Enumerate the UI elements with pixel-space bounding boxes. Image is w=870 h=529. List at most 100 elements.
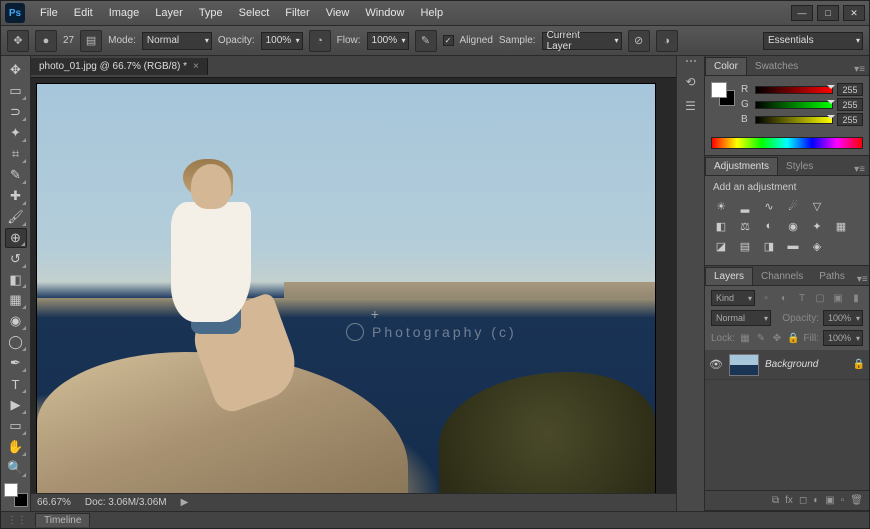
move-tool[interactable]: ✥ bbox=[5, 60, 27, 80]
paths-tab[interactable]: Paths bbox=[811, 268, 853, 285]
channel-mixer-icon[interactable]: ✦ bbox=[809, 219, 825, 233]
selective-color-icon[interactable]: ◈ bbox=[809, 239, 825, 253]
close-tab-icon[interactable]: × bbox=[193, 61, 199, 72]
history-brush-tool[interactable]: ↺ bbox=[5, 249, 27, 269]
status-menu-icon[interactable]: ▶ bbox=[181, 497, 189, 508]
menu-view[interactable]: View bbox=[319, 4, 357, 22]
delete-layer-icon[interactable]: 🗑 bbox=[850, 495, 863, 506]
workspace-select[interactable]: Essentials bbox=[763, 32, 863, 50]
filter-pixel-icon[interactable]: ▫ bbox=[759, 291, 773, 305]
gradient-tool[interactable]: ▦ bbox=[5, 290, 27, 310]
gradient-map-icon[interactable]: ▬ bbox=[785, 239, 801, 253]
document-tab[interactable]: photo_01.jpg @ 66.7% (RGB/8) * × bbox=[31, 58, 208, 75]
exposure-icon[interactable]: ☄ bbox=[785, 199, 801, 213]
new-group-icon[interactable]: ▣ bbox=[825, 495, 834, 506]
blur-tool[interactable]: ◉ bbox=[5, 311, 27, 331]
doc-size[interactable]: Doc: 3.06M/3.06M bbox=[85, 497, 167, 508]
swatches-tab[interactable]: Swatches bbox=[747, 58, 806, 75]
menu-image[interactable]: Image bbox=[102, 4, 147, 22]
tool-preset-icon[interactable]: ✥ bbox=[7, 30, 29, 52]
brush-preset-icon[interactable]: ● bbox=[35, 30, 57, 52]
adjustments-panel-menu-icon[interactable]: ▾≡ bbox=[850, 164, 869, 175]
flow-select[interactable]: 100% bbox=[367, 32, 409, 50]
aligned-checkbox[interactable]: ✓ bbox=[443, 35, 454, 46]
dock-grip[interactable] bbox=[682, 60, 700, 66]
canvas-viewport[interactable]: + Photography (c) bbox=[31, 78, 676, 493]
hand-tool[interactable]: ✋ bbox=[5, 437, 27, 457]
filter-toggle-icon[interactable]: ▮ bbox=[849, 291, 863, 305]
layer-fx-icon[interactable]: fx bbox=[785, 495, 793, 506]
channels-tab[interactable]: Channels bbox=[753, 268, 811, 285]
path-select-tool[interactable]: ▶ bbox=[5, 395, 27, 415]
filter-type-icon[interactable]: T bbox=[795, 291, 809, 305]
brush-tool[interactable]: 🖌 bbox=[5, 207, 27, 227]
photo-filter-icon[interactable]: ◉ bbox=[785, 219, 801, 233]
threshold-icon[interactable]: ◨ bbox=[761, 239, 777, 253]
filter-shape-icon[interactable]: ▢ bbox=[813, 291, 827, 305]
lock-transparent-icon[interactable]: ▦ bbox=[739, 331, 751, 345]
menu-layer[interactable]: Layer bbox=[148, 4, 190, 22]
filter-adjust-icon[interactable]: ◐ bbox=[777, 291, 791, 305]
clone-stamp-tool[interactable]: ⊕ bbox=[5, 228, 27, 248]
color-tab[interactable]: Color bbox=[705, 57, 747, 75]
pressure-size-icon[interactable]: ◑ bbox=[656, 30, 678, 52]
blend-mode-select[interactable]: Normal bbox=[142, 32, 212, 50]
pressure-opacity-icon[interactable]: ◔ bbox=[309, 30, 331, 52]
adjustments-tab[interactable]: Adjustments bbox=[705, 157, 778, 175]
layer-opacity-select[interactable]: 100% bbox=[823, 310, 863, 326]
visibility-icon[interactable]: 👁 bbox=[709, 358, 723, 371]
levels-icon[interactable]: ▂ bbox=[737, 199, 753, 213]
airbrush-icon[interactable]: ✎ bbox=[415, 30, 437, 52]
ignore-adjustment-icon[interactable]: ⊘ bbox=[628, 30, 650, 52]
filter-smart-icon[interactable]: ▣ bbox=[831, 291, 845, 305]
hue-icon[interactable]: ◧ bbox=[713, 219, 729, 233]
type-tool[interactable]: T bbox=[5, 374, 27, 394]
new-layer-icon[interactable]: ▫ bbox=[841, 495, 845, 506]
r-value[interactable]: 255 bbox=[837, 83, 863, 96]
zoom-tool[interactable]: 🔍 bbox=[5, 458, 27, 478]
timeline-tab[interactable]: Timeline bbox=[35, 513, 90, 527]
r-slider[interactable] bbox=[755, 86, 833, 94]
color-spectrum[interactable] bbox=[711, 137, 863, 149]
vibrance-icon[interactable]: ▽ bbox=[809, 199, 825, 213]
layers-panel-menu-icon[interactable]: ▾≡ bbox=[853, 274, 870, 285]
maximize-button[interactable]: □ bbox=[817, 5, 839, 21]
color-panel-menu-icon[interactable]: ▾≡ bbox=[850, 64, 869, 75]
minimize-button[interactable]: — bbox=[791, 5, 813, 21]
invert-icon[interactable]: ◪ bbox=[713, 239, 729, 253]
layer-filter-kind[interactable]: Kind bbox=[711, 290, 755, 306]
eraser-tool[interactable]: ◧ bbox=[5, 270, 27, 290]
sample-select[interactable]: Current Layer bbox=[542, 32, 622, 50]
g-slider[interactable] bbox=[755, 101, 833, 109]
b-slider[interactable] bbox=[755, 116, 833, 124]
pen-tool[interactable]: ✒ bbox=[5, 353, 27, 373]
foreground-background-colors[interactable] bbox=[4, 483, 28, 507]
layers-tab[interactable]: Layers bbox=[705, 267, 753, 285]
layer-fill-select[interactable]: 100% bbox=[823, 330, 863, 346]
brightness-icon[interactable]: ☀ bbox=[713, 199, 729, 213]
lock-icon[interactable]: 🔒 bbox=[853, 359, 865, 370]
timeline-grip-icon[interactable]: ⋮⋮ bbox=[7, 515, 27, 526]
g-value[interactable]: 255 bbox=[837, 98, 863, 111]
lock-position-icon[interactable]: ✥ bbox=[771, 331, 783, 345]
layer-thumbnail[interactable] bbox=[729, 354, 759, 376]
layer-item-background[interactable]: 👁 Background 🔒 bbox=[705, 350, 869, 380]
eyedropper-tool[interactable]: ✎ bbox=[5, 165, 27, 185]
b-value[interactable]: 255 bbox=[837, 113, 863, 126]
color-swatch[interactable] bbox=[711, 82, 735, 106]
quick-select-tool[interactable]: ✦ bbox=[5, 123, 27, 143]
menu-file[interactable]: File bbox=[33, 4, 65, 22]
zoom-level[interactable]: 66.67% bbox=[37, 497, 71, 508]
menu-edit[interactable]: Edit bbox=[67, 4, 100, 22]
document-canvas[interactable]: + Photography (c) bbox=[37, 84, 655, 493]
close-button[interactable]: ✕ bbox=[843, 5, 865, 21]
brush-panel-icon[interactable]: ▤ bbox=[80, 30, 102, 52]
color-lookup-icon[interactable]: ▦ bbox=[833, 219, 849, 233]
styles-tab[interactable]: Styles bbox=[778, 158, 821, 175]
lock-pixels-icon[interactable]: ✎ bbox=[755, 331, 767, 345]
curves-icon[interactable]: ∿ bbox=[761, 199, 777, 213]
lasso-tool[interactable]: ⊃ bbox=[5, 102, 27, 122]
posterize-icon[interactable]: ▤ bbox=[737, 239, 753, 253]
menu-select[interactable]: Select bbox=[232, 4, 277, 22]
menu-type[interactable]: Type bbox=[192, 4, 230, 22]
